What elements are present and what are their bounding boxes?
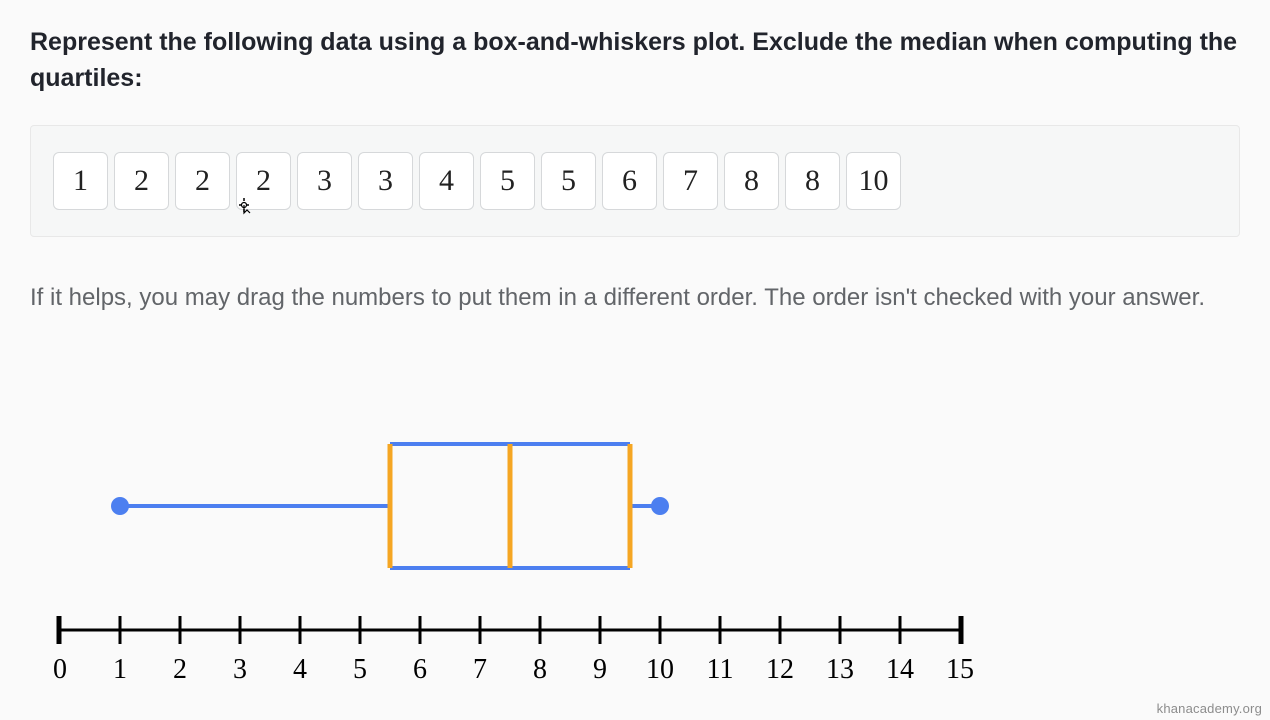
data-chip[interactable]: 8	[724, 152, 779, 210]
watermark: khanacademy.org	[1157, 701, 1262, 716]
data-panel: 122233455678810	[30, 125, 1240, 237]
axis-label: 3	[233, 654, 247, 685]
axis-label: 11	[707, 654, 734, 685]
data-chip[interactable]: 5	[480, 152, 535, 210]
question-prompt: Represent the following data using a box…	[30, 24, 1240, 97]
data-chip-row: 122233455678810	[53, 152, 1217, 210]
data-chip[interactable]: 4	[419, 152, 474, 210]
boxplot-svg[interactable]: 0123456789101112131415	[0, 400, 1270, 720]
data-chip[interactable]: 8	[785, 152, 840, 210]
boxplot-area[interactable]: 0123456789101112131415	[0, 400, 1270, 720]
hint-text: If it helps, you may drag the numbers to…	[30, 279, 1240, 316]
axis-label: 2	[173, 654, 187, 685]
data-chip[interactable]: 6	[602, 152, 657, 210]
axis-label: 0	[53, 654, 67, 685]
data-chip[interactable]: 10	[846, 152, 901, 210]
axis-label: 1	[113, 654, 127, 685]
axis-label: 15	[946, 654, 974, 685]
data-chip[interactable]: 2	[175, 152, 230, 210]
axis-label: 10	[646, 654, 674, 685]
axis-label: 12	[766, 654, 794, 685]
min-handle[interactable]	[111, 497, 129, 515]
axis-label: 6	[413, 654, 427, 685]
axis-label: 14	[886, 654, 914, 685]
axis-label: 13	[826, 654, 854, 685]
max-handle[interactable]	[651, 497, 669, 515]
data-chip[interactable]: 2	[236, 152, 291, 210]
axis-label: 9	[593, 654, 607, 685]
data-chip[interactable]: 5	[541, 152, 596, 210]
axis-label: 7	[473, 654, 487, 685]
data-chip[interactable]: 3	[358, 152, 413, 210]
axis-label: 8	[533, 654, 547, 685]
data-chip[interactable]: 3	[297, 152, 352, 210]
data-chip[interactable]: 2	[114, 152, 169, 210]
axis-label: 4	[293, 654, 307, 685]
axis-label: 5	[353, 654, 367, 685]
data-chip[interactable]: 1	[53, 152, 108, 210]
data-chip[interactable]: 7	[663, 152, 718, 210]
